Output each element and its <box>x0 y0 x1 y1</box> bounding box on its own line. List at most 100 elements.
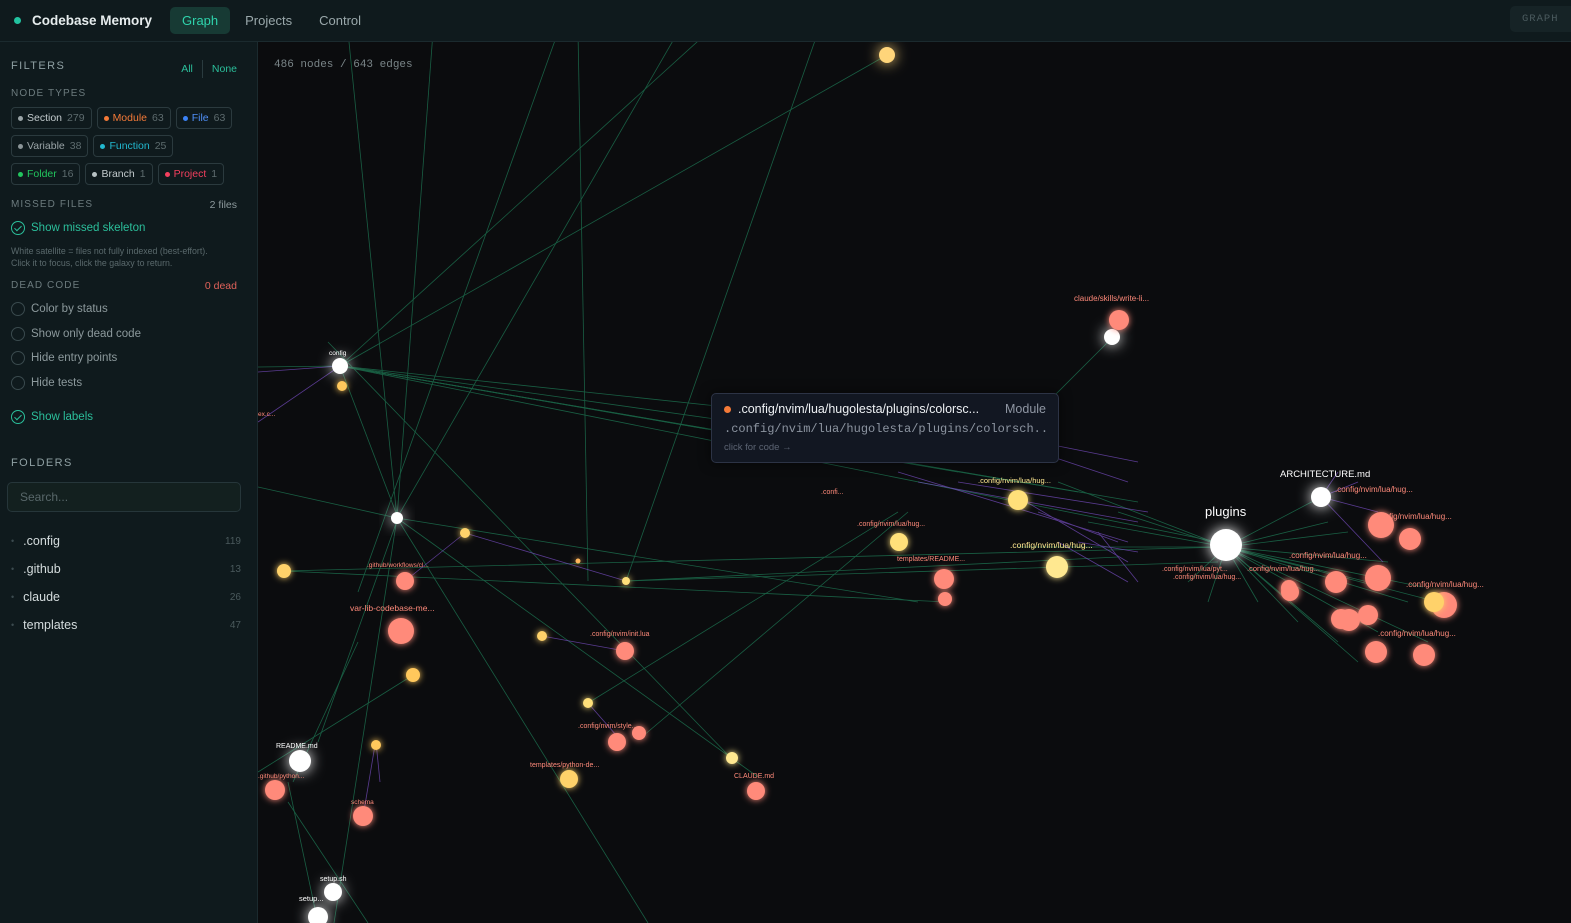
bullet-icon: • <box>11 536 15 546</box>
graph-node[interactable] <box>1008 490 1028 510</box>
graph-node[interactable] <box>622 577 630 585</box>
tab-projects[interactable]: Projects <box>233 7 304 34</box>
graph-node[interactable] <box>265 780 285 800</box>
folder-name: .github <box>23 562 61 576</box>
graph-svg[interactable]: claude/skills/write-li... ARCHITECTURE.m… <box>258 42 1571 923</box>
graph-node[interactable] <box>1109 310 1129 330</box>
graph-node[interactable] <box>1325 571 1347 593</box>
graph-node[interactable] <box>388 618 414 644</box>
graph-node[interactable] <box>1424 592 1444 612</box>
node-label: .config/nvim/lua/hug... <box>857 521 925 528</box>
folder-dot-icon <box>18 171 23 177</box>
chip-file[interactable]: File 63 <box>175 107 233 129</box>
graph-node[interactable] <box>1210 529 1242 561</box>
folder-count: 119 <box>225 535 241 547</box>
node-label: .github/workflows/cl... <box>367 562 429 569</box>
hide-tests-toggle[interactable]: Hide tests <box>11 376 82 390</box>
graph-mode-button[interactable]: GRAPH <box>1510 6 1571 32</box>
chip-label: Variable <box>27 140 65 152</box>
color-by-status-toggle[interactable]: Color by status <box>11 302 108 316</box>
variable-dot-icon <box>18 143 23 149</box>
show-only-dead-code-toggle[interactable]: Show only dead code <box>11 327 141 341</box>
graph-node[interactable] <box>1311 487 1331 507</box>
chip-section[interactable]: Section 279 <box>11 107 92 129</box>
chip-function[interactable]: Function 25 <box>93 135 174 157</box>
graph-node[interactable] <box>1365 565 1391 591</box>
chip-count: 25 <box>154 140 167 152</box>
chip-project[interactable]: Project 1 <box>157 163 225 185</box>
bullet-icon: • <box>11 564 15 574</box>
tab-control[interactable]: Control <box>307 7 373 34</box>
graph-node[interactable] <box>391 512 403 524</box>
node-label: ARCHITECTURE.md <box>1280 469 1370 480</box>
graph-node[interactable] <box>337 381 347 391</box>
graph-node[interactable] <box>934 569 954 589</box>
tooltip-open-code-link[interactable]: click for code → <box>724 442 792 453</box>
tab-graph[interactable]: Graph <box>170 7 231 34</box>
folder-item-github[interactable]: • .github 13 <box>11 562 241 576</box>
chip-variable[interactable]: Variable 38 <box>11 135 89 157</box>
graph-node[interactable] <box>396 572 414 590</box>
graph-node[interactable] <box>583 698 593 708</box>
folder-name: .config <box>23 534 60 548</box>
checkbox-checked-icon <box>11 410 25 424</box>
chip-count: 16 <box>61 168 74 180</box>
graph-node[interactable] <box>879 47 895 63</box>
show-labels-toggle[interactable]: Show labels <box>11 410 93 424</box>
node-label: .config/nvim/init.lua <box>590 631 650 638</box>
graph-node[interactable] <box>938 592 952 606</box>
chip-branch[interactable]: Branch 1 <box>85 163 153 185</box>
folder-search-input[interactable] <box>7 482 241 512</box>
graph-node[interactable] <box>726 752 738 764</box>
graph-node[interactable] <box>1399 528 1421 550</box>
graph-canvas[interactable]: claude/skills/write-li... ARCHITECTURE.m… <box>258 42 1571 923</box>
graph-node[interactable] <box>460 528 470 538</box>
branch-dot-icon <box>92 171 98 177</box>
chip-module[interactable]: Module 63 <box>96 107 171 129</box>
graph-node[interactable] <box>608 733 626 751</box>
graph-node[interactable] <box>353 806 373 826</box>
graph-node[interactable] <box>575 558 581 564</box>
tooltip-node-type: Module <box>1005 402 1046 416</box>
main-nav: Graph Projects Control <box>170 7 376 34</box>
chip-count: 38 <box>69 140 82 152</box>
folder-item-config[interactable]: • .config 119 <box>11 534 241 548</box>
graph-node[interactable] <box>371 740 381 750</box>
chip-label: Branch <box>101 168 135 180</box>
divider <box>201 60 203 78</box>
graph-node[interactable] <box>537 631 547 641</box>
graph-node[interactable] <box>289 750 311 772</box>
hide-entry-points-toggle[interactable]: Hide entry points <box>11 351 117 365</box>
graph-node[interactable] <box>747 782 765 800</box>
graph-node[interactable] <box>324 883 342 901</box>
graph-node[interactable] <box>1365 641 1387 663</box>
graph-node[interactable] <box>1281 580 1297 596</box>
folder-count: 13 <box>229 563 241 575</box>
folder-item-templates[interactable]: • templates 47 <box>11 618 241 632</box>
filters-title: FILTERS <box>11 60 66 72</box>
select-none-link[interactable]: None <box>212 63 237 75</box>
chip-label: Module <box>112 112 148 124</box>
toggle-label: Show missed skeleton <box>31 222 146 234</box>
graph-node[interactable] <box>560 770 578 788</box>
tooltip-title: .config/nvim/lua/hugolesta/plugins/color… <box>738 402 980 416</box>
graph-node[interactable] <box>277 564 291 578</box>
section-dot-icon <box>18 115 23 121</box>
folder-item-claude[interactable]: • claude 26 <box>11 590 241 604</box>
graph-node[interactable] <box>1413 644 1435 666</box>
graph-node[interactable] <box>890 533 908 551</box>
show-missed-skeleton-toggle[interactable]: Show missed skeleton <box>11 221 145 235</box>
graph-node[interactable] <box>332 358 348 374</box>
graph-node[interactable] <box>616 642 634 660</box>
chip-folder[interactable]: Folder 16 <box>11 163 81 185</box>
graph-node[interactable] <box>1358 605 1378 625</box>
node-tooltip[interactable]: .config/nvim/lua/hugolesta/plugins/color… <box>711 393 1059 463</box>
graph-node[interactable] <box>1104 329 1120 345</box>
module-dot-icon <box>103 115 109 121</box>
graph-nodes[interactable] <box>265 47 1457 923</box>
select-all-link[interactable]: All <box>181 63 193 75</box>
graph-node[interactable] <box>1331 609 1351 629</box>
graph-node[interactable] <box>406 668 420 682</box>
graph-node[interactable] <box>1046 556 1068 578</box>
graph-node[interactable] <box>308 907 328 923</box>
